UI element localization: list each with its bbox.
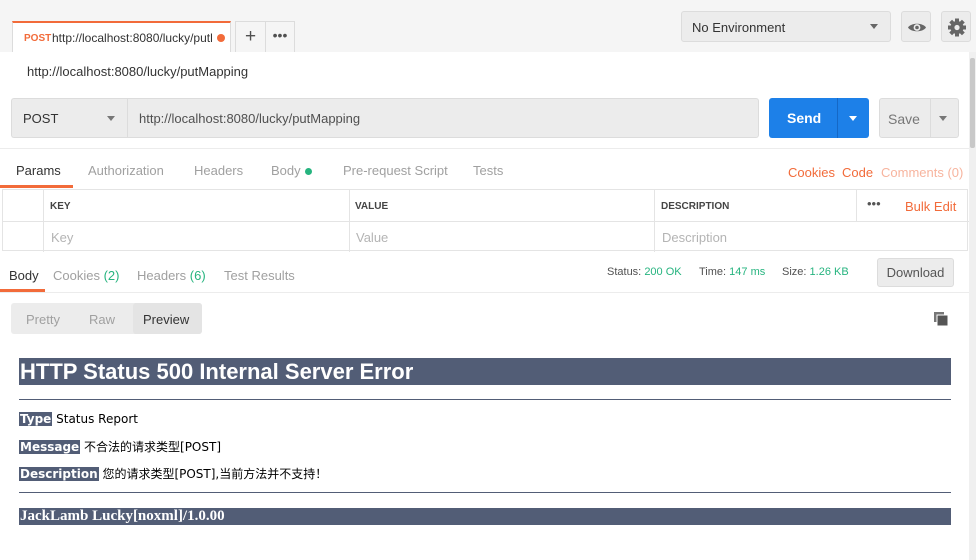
type-value: Status Report xyxy=(52,412,138,426)
preview-rule xyxy=(19,399,951,400)
response-panel: Body Cookies (2) Headers (6) Test Result… xyxy=(0,252,969,560)
manage-environments-button[interactable] xyxy=(941,11,971,42)
preview-rule xyxy=(19,492,951,493)
description-placeholder: Description xyxy=(662,230,728,245)
preview-message-line: Message 不合法的请求类型[POST] xyxy=(19,438,221,455)
divider xyxy=(0,292,969,293)
cookies-count: (2) xyxy=(103,268,120,283)
tab-options-button[interactable]: ••• xyxy=(266,21,295,52)
size-value: 1.26 KB xyxy=(809,266,849,278)
comments-link[interactable]: Comments (0) xyxy=(881,165,963,180)
type-label: Type xyxy=(19,412,53,426)
tab-pre-request-script[interactable]: Pre-request Script xyxy=(343,163,448,178)
divider xyxy=(0,148,969,149)
chevron-down-icon[interactable] xyxy=(849,116,857,121)
url-value: http://localhost:8080/lucky/putMapping xyxy=(139,111,361,126)
tab-headers[interactable]: Headers xyxy=(194,163,243,178)
tab-params[interactable]: Params xyxy=(16,163,61,178)
preview-footer: JackLamb Lucky[noxml]/1.0.00 xyxy=(19,508,951,525)
body-indicator xyxy=(305,168,312,175)
params-table: KEY VALUE DESCRIPTION ••• Bulk Edit Key … xyxy=(2,189,969,252)
bulk-edit-link[interactable]: Bulk Edit xyxy=(905,199,956,214)
key-placeholder: Key xyxy=(51,230,74,245)
tab-tests[interactable]: Tests xyxy=(473,163,503,178)
copy-icon[interactable] xyxy=(934,312,949,329)
url-input[interactable]: http://localhost:8080/lucky/putMapping xyxy=(127,98,759,138)
column-header-description: DESCRIPTION xyxy=(661,201,730,212)
scrollbar-thumb[interactable] xyxy=(970,58,975,148)
tab-body[interactable]: Body xyxy=(271,163,301,178)
status-meta: Status: 200 OK xyxy=(607,266,682,278)
send-button[interactable]: Send xyxy=(769,98,869,138)
tab-title: http://localhost:8080/lucky/putl xyxy=(52,31,213,45)
save-label: Save xyxy=(888,111,920,127)
time-label: Time: xyxy=(699,266,727,278)
environment-quick-look-button[interactable] xyxy=(901,11,931,42)
eye-icon xyxy=(908,23,926,32)
code-link[interactable]: Code xyxy=(842,165,873,180)
response-tab-body[interactable]: Body xyxy=(9,268,39,283)
status-label: Status: xyxy=(607,266,642,278)
send-label: Send xyxy=(787,110,822,126)
response-tab-cookies-label: Cookies xyxy=(53,268,100,283)
environment-select[interactable]: No Environment xyxy=(681,11,891,42)
top-bar: POST http://localhost:8080/lucky/putl + … xyxy=(0,0,976,52)
view-preview[interactable]: Preview xyxy=(143,312,189,327)
request-builder: http://localhost:8080/lucky/putMapping P… xyxy=(0,52,969,252)
response-tab-cookies[interactable]: Cookies (2) xyxy=(53,268,119,283)
method-label: POST xyxy=(23,111,59,126)
send-divider xyxy=(837,98,838,138)
response-tab-headers-label: Headers xyxy=(137,268,187,283)
column-header-key: KEY xyxy=(50,201,71,212)
message-value: 不合法的请求类型[POST] xyxy=(80,440,222,454)
time-meta: Time: 147 ms xyxy=(699,266,765,278)
unsaved-indicator xyxy=(217,34,225,42)
save-divider xyxy=(930,99,931,137)
view-mode-switch: Pretty Raw Preview xyxy=(11,303,202,334)
request-tab[interactable]: POST http://localhost:8080/lucky/putl xyxy=(12,21,231,52)
gear-icon xyxy=(948,18,966,37)
tab-method-badge: POST xyxy=(24,33,52,44)
more-options-button[interactable]: ••• xyxy=(867,196,881,211)
key-input[interactable] xyxy=(43,221,349,251)
new-tab-button[interactable]: + xyxy=(235,21,266,52)
chevron-down-icon xyxy=(870,24,878,29)
time-value: 147 ms xyxy=(729,266,766,278)
value-placeholder: Value xyxy=(356,230,389,245)
size-label: Size: xyxy=(782,266,807,278)
view-pretty[interactable]: Pretty xyxy=(26,312,60,327)
save-button[interactable]: Save xyxy=(879,98,959,138)
headers-count: (6) xyxy=(189,268,206,283)
size-meta: Size: 1.26 KB xyxy=(782,266,849,278)
value-input[interactable] xyxy=(350,221,654,251)
cookies-link[interactable]: Cookies xyxy=(788,165,835,180)
method-select[interactable]: POST xyxy=(11,98,127,138)
column-divider xyxy=(856,190,857,221)
column-header-value: VALUE xyxy=(355,201,389,212)
response-tab-test-results[interactable]: Test Results xyxy=(224,268,295,283)
download-button[interactable]: Download xyxy=(877,258,954,287)
chevron-down-icon xyxy=(107,116,115,121)
active-tab-indicator xyxy=(0,185,73,188)
preview-heading: HTTP Status 500 Internal Server Error xyxy=(19,358,951,385)
preview-description-line: Description 您的请求类型[POST],当前方法并不支持！ xyxy=(19,465,327,482)
tab-authorization[interactable]: Authorization xyxy=(88,163,164,178)
description-value: 您的请求类型[POST],当前方法并不支持！ xyxy=(98,467,328,481)
environment-label: No Environment xyxy=(692,20,786,35)
request-name[interactable]: http://localhost:8080/lucky/putMapping xyxy=(27,64,248,79)
response-tab-headers[interactable]: Headers (6) xyxy=(137,268,206,283)
preview-type-line: Type Status Report xyxy=(19,412,138,426)
chevron-down-icon[interactable] xyxy=(939,116,947,121)
view-raw[interactable]: Raw xyxy=(89,312,115,327)
description-label: Description xyxy=(19,467,99,481)
status-value: 200 OK xyxy=(644,266,682,278)
message-label: Message xyxy=(19,440,81,454)
